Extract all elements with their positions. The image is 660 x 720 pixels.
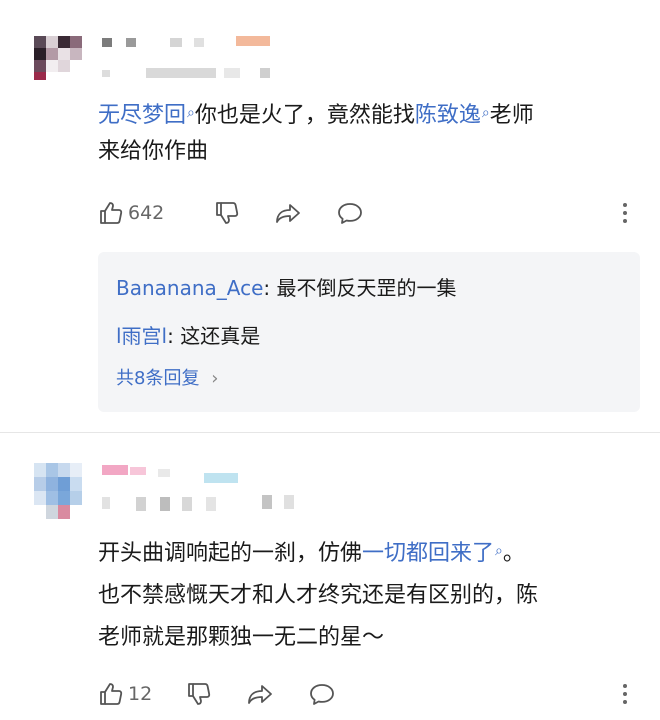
meta-blur-2d	[182, 497, 192, 511]
share-icon	[248, 685, 273, 704]
meta-blur-1b	[146, 68, 216, 78]
thumbs-down-icon	[216, 202, 239, 224]
more-button[interactable]	[622, 683, 628, 705]
hashtag-link[interactable]: 无尽梦回	[98, 103, 186, 128]
dislike-button[interactable]	[186, 681, 212, 707]
meta-blur-2	[102, 497, 110, 509]
comment-1-text: 无尽梦回⌕你也是火了，竟然能找陈致逸⌕老师 来给你作曲	[98, 98, 638, 170]
comment-text-segment: 。	[502, 541, 525, 566]
username-blur-1c	[170, 38, 182, 47]
username-blur-2c	[158, 469, 170, 477]
more-vertical-icon	[623, 684, 627, 704]
view-all-replies-link[interactable]: 共8条回复 ›	[116, 364, 218, 390]
comment-text-segment: 你也是火了，竟然能找	[194, 103, 415, 128]
reply-author[interactable]: Bananana_Ace	[116, 276, 263, 300]
mention-link[interactable]: 陈致逸	[415, 103, 481, 128]
share-icon	[276, 204, 301, 223]
search-mini-icon: ⌕	[187, 105, 195, 121]
like-button[interactable]: 642	[98, 200, 164, 226]
reply-colon: :	[167, 324, 181, 348]
username-blur-1	[102, 38, 112, 47]
dislike-button[interactable]	[214, 200, 240, 226]
comment-bubble-icon	[310, 684, 335, 705]
thumbs-up-icon	[100, 683, 123, 705]
comment-bubble-icon	[338, 203, 363, 224]
comment-text-segment: 开头曲调响起的一刹，仿佛	[98, 541, 363, 566]
meta-blur-1	[102, 70, 110, 77]
meta-blur-2f	[262, 495, 272, 509]
reply-count-label: 共8条回复	[116, 368, 200, 389]
reply-text: 最不倒反天罡的一集	[276, 276, 457, 300]
thumbs-up-icon	[100, 202, 123, 224]
reply-author[interactable]: l雨宫l	[116, 324, 167, 348]
search-mini-icon: ⌕	[495, 543, 503, 559]
comment-1-actions: 642	[98, 198, 638, 228]
thumbs-down-icon	[188, 683, 211, 705]
more-vertical-icon	[623, 203, 627, 223]
comment-1-line1: 无尽梦回⌕你也是火了，竟然能找陈致逸⌕老师	[98, 98, 638, 134]
hashtag-link[interactable]: 一切都回来了	[362, 541, 494, 566]
more-button[interactable]	[622, 202, 628, 224]
chevron-right-icon: ›	[211, 368, 219, 389]
share-button[interactable]	[274, 200, 302, 226]
meta-blur-2c	[160, 497, 170, 511]
replies-box: Bananana_Ace: 最不倒反天罡的一集 l雨宫l: 这还真是 共8条回复…	[98, 252, 640, 412]
comment-text-segment: 老师	[489, 103, 534, 128]
comment-2-actions: 12	[98, 679, 638, 709]
reply-1[interactable]: Bananana_Ace: 最不倒反天罡的一集	[116, 272, 457, 301]
reply-button[interactable]	[308, 681, 336, 707]
username-blur-2b	[130, 467, 146, 475]
comment-2: 开头曲调响起的一刹，仿佛一切都回来了⌕。 也不禁感慨天才和人才终究还是有区别的，…	[0, 433, 660, 720]
avatar-1[interactable]	[34, 36, 82, 80]
username-blur-1b	[126, 38, 136, 47]
like-count: 12	[128, 683, 153, 705]
meta-blur-2b	[136, 497, 146, 511]
reply-colon: :	[263, 276, 277, 300]
reply-text: 这还真是	[180, 324, 261, 348]
comment-2-text: 开头曲调响起的一刹，仿佛一切都回来了⌕。 也不禁感慨天才和人才终究还是有区别的，…	[98, 533, 638, 659]
search-mini-icon: ⌕	[481, 105, 490, 121]
avatar-2[interactable]	[34, 463, 82, 519]
meta-blur-2g	[284, 495, 294, 509]
username-blur-2	[102, 465, 128, 475]
badge-blur-2	[204, 473, 238, 483]
like-button[interactable]: 12	[98, 681, 152, 707]
comment-2-line2: 也不禁感慨天才和人才终究还是有区别的，陈	[98, 583, 539, 608]
meta-blur-1c	[224, 68, 240, 78]
share-button[interactable]	[246, 681, 274, 707]
badge-blur-1	[236, 36, 270, 46]
comment-1-line2: 来给你作曲	[98, 139, 209, 164]
comment-2-line1: 开头曲调响起的一刹，仿佛一切都回来了⌕。	[98, 533, 638, 575]
comment-1: 无尽梦回⌕你也是火了，竟然能找陈致逸⌕老师 来给你作曲 642 Bananana…	[0, 0, 660, 432]
meta-blur-2e	[206, 497, 216, 511]
like-count: 642	[128, 202, 165, 224]
username-blur-1d	[194, 38, 204, 47]
reply-2[interactable]: l雨宫l: 这还真是	[116, 320, 260, 349]
meta-blur-1d	[260, 68, 270, 78]
comment-2-line3: 老师就是那颗独一无二的星～	[98, 625, 385, 650]
reply-button[interactable]	[336, 200, 364, 226]
